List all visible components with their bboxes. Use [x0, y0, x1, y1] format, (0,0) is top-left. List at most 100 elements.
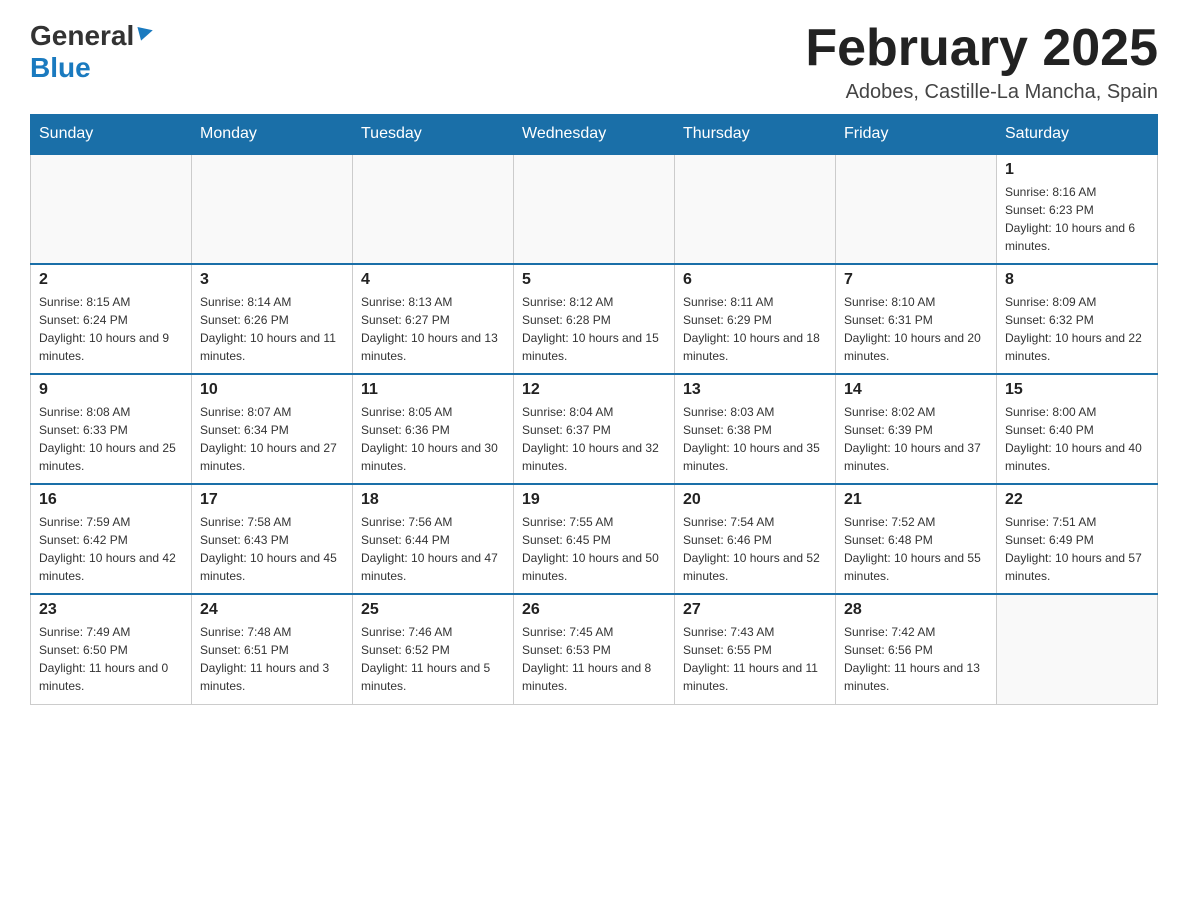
- weekday-header-wednesday: Wednesday: [514, 115, 675, 155]
- logo-triangle-icon: [137, 23, 155, 46]
- day-number: 18: [361, 491, 505, 509]
- day-number: 25: [361, 601, 505, 619]
- calendar-cell: 26Sunrise: 7:45 AMSunset: 6:53 PMDayligh…: [514, 594, 675, 704]
- calendar-cell: 24 Sunrise: 7:48 AMSunset: 6:51 PMDayligh…: [192, 594, 353, 704]
- calendar-cell: 14 Sunrise: 8:02 AMSunset: 6:39 PMDayligh…: [836, 374, 997, 484]
- calendar-cell: 23 Sunrise: 7:49 AMSunset: 6:50 PMDayligh…: [31, 594, 192, 704]
- calendar-cell: 18 Sunrise: 7:56 AMSunset: 6:44 PMDayligh…: [353, 484, 514, 594]
- calendar-cell: 13 Sunrise: 8:03 AMSunset: 6:38 PMDayligh…: [675, 374, 836, 484]
- calendar-cell: [836, 154, 997, 264]
- calendar-week-3: 9Sunrise: 8:08 AMSunset: 6:33 PMDaylight…: [31, 374, 1158, 484]
- day-number: 17: [200, 491, 344, 509]
- day-info: Sunrise: 7:55 AMSunset: 6:45 PMDaylight:…: [522, 513, 666, 585]
- calendar-cell: [997, 594, 1158, 704]
- weekday-header-monday: Monday: [192, 115, 353, 155]
- weekday-header-tuesday: Tuesday: [353, 115, 514, 155]
- day-info: Sunrise: 8:13 AMSunset: 6:27 PMDaylight:…: [361, 293, 505, 365]
- day-number: 11: [361, 381, 505, 399]
- day-number: 4: [361, 271, 505, 289]
- day-info: Sunrise: 7:59 AMSunset: 6:42 PMDaylight:…: [39, 513, 183, 585]
- day-number: 19: [522, 491, 666, 509]
- calendar-cell: 8Sunrise: 8:09 AMSunset: 6:32 PMDaylight…: [997, 264, 1158, 374]
- day-number: 6: [683, 271, 827, 289]
- day-number: 3: [200, 271, 344, 289]
- calendar-cell: 9Sunrise: 8:08 AMSunset: 6:33 PMDaylight…: [31, 374, 192, 484]
- calendar-cell: 15 Sunrise: 8:00 AMSunset: 6:40 PMDayligh…: [997, 374, 1158, 484]
- day-info: Sunrise: 7:54 AMSunset: 6:46 PMDaylight:…: [683, 513, 827, 585]
- calendar-cell: [514, 154, 675, 264]
- calendar-cell: 10 Sunrise: 8:07 AMSunset: 6:34 PMDayligh…: [192, 374, 353, 484]
- calendar-cell: 17 Sunrise: 7:58 AMSunset: 6:43 PMDayligh…: [192, 484, 353, 594]
- day-info: Sunrise: 8:03 AMSunset: 6:38 PMDaylight:…: [683, 403, 827, 475]
- day-number: 10: [200, 381, 344, 399]
- weekday-header-thursday: Thursday: [675, 115, 836, 155]
- calendar-cell: 16 Sunrise: 7:59 AMSunset: 6:42 PMDayligh…: [31, 484, 192, 594]
- calendar-cell: 11 Sunrise: 8:05 AMSunset: 6:36 PMDayligh…: [353, 374, 514, 484]
- day-number: 21: [844, 491, 988, 509]
- day-number: 22: [1005, 491, 1149, 509]
- calendar-cell: 22Sunrise: 7:51 AMSunset: 6:49 PMDayligh…: [997, 484, 1158, 594]
- calendar-week-5: 23 Sunrise: 7:49 AMSunset: 6:50 PMDayligh…: [31, 594, 1158, 704]
- weekday-header-row: SundayMondayTuesdayWednesdayThursdayFrid…: [31, 115, 1158, 155]
- day-info: Sunrise: 8:15 AMSunset: 6:24 PMDaylight:…: [39, 293, 183, 365]
- day-info: Sunrise: 8:16 AMSunset: 6:23 PMDaylight:…: [1005, 183, 1149, 255]
- day-info: Sunrise: 7:58 AMSunset: 6:43 PMDaylight:…: [200, 513, 344, 585]
- day-number: 16: [39, 491, 183, 509]
- calendar-week-2: 2 Sunrise: 8:15 AMSunset: 6:24 PMDaylight…: [31, 264, 1158, 374]
- day-info: Sunrise: 8:07 AMSunset: 6:34 PMDaylight:…: [200, 403, 344, 475]
- calendar-cell: 21 Sunrise: 7:52 AMSunset: 6:48 PMDayligh…: [836, 484, 997, 594]
- day-info: Sunrise: 7:49 AMSunset: 6:50 PMDaylight:…: [39, 623, 183, 695]
- calendar-cell: [31, 154, 192, 264]
- day-number: 15: [1005, 381, 1149, 399]
- day-info: Sunrise: 7:52 AMSunset: 6:48 PMDaylight:…: [844, 513, 988, 585]
- day-info: Sunrise: 7:46 AMSunset: 6:52 PMDaylight:…: [361, 623, 505, 695]
- day-number: 5: [522, 271, 666, 289]
- logo-general-text: General: [30, 20, 134, 52]
- page-header: General Blue February 2025 Adobes, Casti…: [30, 20, 1158, 104]
- day-number: 27: [683, 601, 827, 619]
- title-block: February 2025 Adobes, Castille-La Mancha…: [805, 20, 1158, 104]
- calendar-cell: 5Sunrise: 8:12 AMSunset: 6:28 PMDaylight…: [514, 264, 675, 374]
- logo: General Blue: [30, 20, 155, 84]
- day-number: 20: [683, 491, 827, 509]
- day-info: Sunrise: 7:43 AMSunset: 6:55 PMDaylight:…: [683, 623, 827, 695]
- calendar-cell: 6 Sunrise: 8:11 AMSunset: 6:29 PMDaylight…: [675, 264, 836, 374]
- calendar-cell: [675, 154, 836, 264]
- day-number: 26: [522, 601, 666, 619]
- calendar-cell: 1 Sunrise: 8:16 AMSunset: 6:23 PMDaylight…: [997, 154, 1158, 264]
- day-number: 13: [683, 381, 827, 399]
- logo-blue-text: Blue: [30, 52, 91, 83]
- day-number: 24: [200, 601, 344, 619]
- calendar-cell: 20 Sunrise: 7:54 AMSunset: 6:46 PMDayligh…: [675, 484, 836, 594]
- day-number: 12: [522, 381, 666, 399]
- calendar-week-4: 16 Sunrise: 7:59 AMSunset: 6:42 PMDayligh…: [31, 484, 1158, 594]
- calendar-cell: 4 Sunrise: 8:13 AMSunset: 6:27 PMDaylight…: [353, 264, 514, 374]
- calendar-table: SundayMondayTuesdayWednesdayThursdayFrid…: [30, 114, 1158, 705]
- day-info: Sunrise: 8:02 AMSunset: 6:39 PMDaylight:…: [844, 403, 988, 475]
- day-number: 1: [1005, 161, 1149, 179]
- calendar-cell: 2 Sunrise: 8:15 AMSunset: 6:24 PMDaylight…: [31, 264, 192, 374]
- day-number: 23: [39, 601, 183, 619]
- day-number: 14: [844, 381, 988, 399]
- weekday-header-sunday: Sunday: [31, 115, 192, 155]
- calendar-cell: 12 Sunrise: 8:04 AMSunset: 6:37 PMDayligh…: [514, 374, 675, 484]
- calendar-cell: 7Sunrise: 8:10 AMSunset: 6:31 PMDaylight…: [836, 264, 997, 374]
- day-info: Sunrise: 8:04 AMSunset: 6:37 PMDaylight:…: [522, 403, 666, 475]
- weekday-header-friday: Friday: [836, 115, 997, 155]
- day-number: 8: [1005, 271, 1149, 289]
- location-subtitle: Adobes, Castille-La Mancha, Spain: [805, 81, 1158, 104]
- day-number: 2: [39, 271, 183, 289]
- day-info: Sunrise: 8:00 AMSunset: 6:40 PMDaylight:…: [1005, 403, 1149, 475]
- day-info: Sunrise: 7:48 AMSunset: 6:51 PMDaylight:…: [200, 623, 344, 695]
- day-info: Sunrise: 7:42 AMSunset: 6:56 PMDaylight:…: [844, 623, 988, 695]
- calendar-cell: 19 Sunrise: 7:55 AMSunset: 6:45 PMDayligh…: [514, 484, 675, 594]
- day-info: Sunrise: 8:10 AMSunset: 6:31 PMDaylight:…: [844, 293, 988, 365]
- day-info: Sunrise: 8:08 AMSunset: 6:33 PMDaylight:…: [39, 403, 183, 475]
- calendar-cell: 27 Sunrise: 7:43 AMSunset: 6:55 PMDayligh…: [675, 594, 836, 704]
- calendar-week-1: 1 Sunrise: 8:16 AMSunset: 6:23 PMDaylight…: [31, 154, 1158, 264]
- calendar-cell: 28Sunrise: 7:42 AMSunset: 6:56 PMDayligh…: [836, 594, 997, 704]
- month-title: February 2025: [805, 20, 1158, 77]
- day-info: Sunrise: 7:56 AMSunset: 6:44 PMDaylight:…: [361, 513, 505, 585]
- day-info: Sunrise: 8:05 AMSunset: 6:36 PMDaylight:…: [361, 403, 505, 475]
- day-info: Sunrise: 8:11 AMSunset: 6:29 PMDaylight:…: [683, 293, 827, 365]
